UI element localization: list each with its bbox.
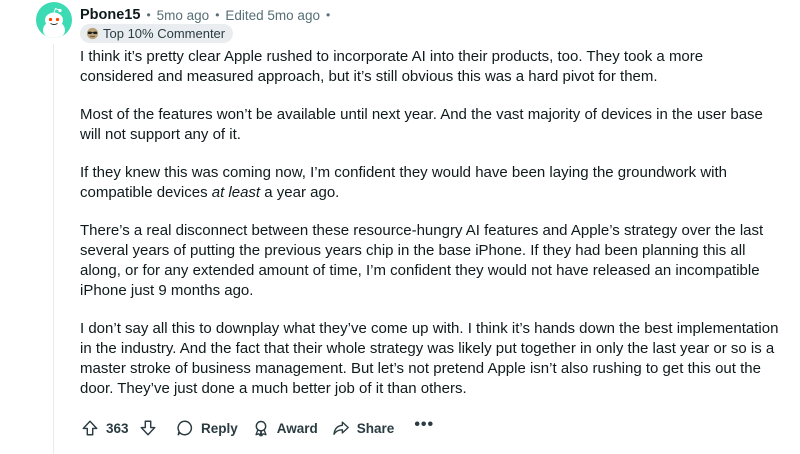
separator-dot: • <box>325 8 331 22</box>
edited-label: Edited 5mo ago <box>225 7 320 23</box>
share-arrow-icon <box>333 421 349 435</box>
downvote-icon <box>140 420 156 436</box>
separator-dot: • <box>146 8 151 22</box>
comment-italic-text: at least <box>211 184 261 201</box>
user-flair: Top 10% Commenter <box>80 24 234 43</box>
comment-paragraph: Most of the features won’t be available … <box>80 105 780 145</box>
reply-button[interactable]: Reply <box>176 419 238 437</box>
comment-paragraph: I don’t say all this to downplay what th… <box>80 320 779 397</box>
comment-paragraph: I think it’s pretty clear Apple rushed t… <box>80 48 704 85</box>
vote-score: 363 <box>106 420 129 436</box>
comment: Pbone15 • 5mo ago • Edited 5mo ago • Top… <box>0 0 800 454</box>
sunglasses-emoji-icon <box>86 27 99 40</box>
comment-bubble-icon <box>177 420 193 436</box>
comment-text-segment: a year ago. <box>260 184 340 201</box>
avatar[interactable] <box>36 2 72 38</box>
share-label: Share <box>356 420 395 436</box>
award-label: Award <box>276 420 318 436</box>
separator-dot: • <box>215 8 220 22</box>
more-options-button[interactable]: ••• <box>414 416 434 440</box>
share-button[interactable]: Share <box>332 419 395 437</box>
reply-label: Reply <box>201 420 238 436</box>
comment-paragraph: There’s a real disconnect between these … <box>80 222 764 299</box>
thread-line[interactable] <box>53 44 54 454</box>
comment-paragraph-text: Most of the features won’t be available … <box>80 106 763 143</box>
flair-label: Top 10% Commenter <box>103 26 226 41</box>
upvote-button[interactable] <box>76 414 104 442</box>
comment-body: I think it’s pretty clear Apple rushed t… <box>80 47 780 417</box>
vote-controls: 363 <box>76 414 162 442</box>
upvote-icon <box>82 420 98 436</box>
award-button[interactable]: Award <box>252 419 318 437</box>
comment-paragraph: If they knew this was coming now, I’m co… <box>80 163 780 203</box>
snoo-avatar-icon <box>43 7 65 38</box>
award-icon <box>255 420 267 437</box>
comment-text-segment: If they knew this was coming now, I’m co… <box>80 164 728 201</box>
comment-age[interactable]: 5mo ago <box>157 8 210 23</box>
comment-meta: Pbone15 • 5mo ago • Edited 5mo ago • <box>80 5 330 25</box>
username[interactable]: Pbone15 <box>80 7 140 23</box>
comment-actions: 363 Reply Award Share ••• <box>76 414 434 442</box>
downvote-button[interactable] <box>134 414 162 442</box>
